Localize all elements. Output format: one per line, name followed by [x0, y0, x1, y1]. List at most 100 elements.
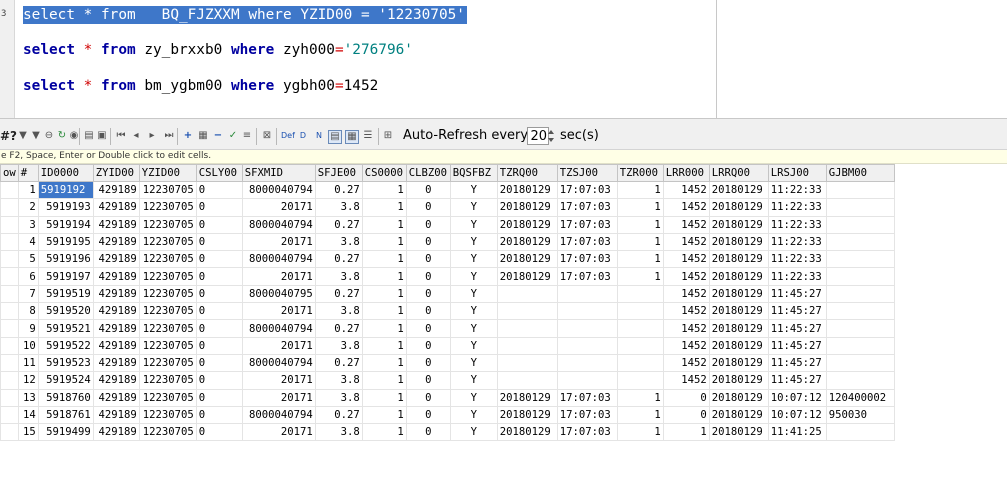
- auto-refresh-icon[interactable]: ⊞: [382, 130, 394, 142]
- table-cell[interactable]: 0.27: [314, 319, 363, 338]
- table-cell[interactable]: 0.27: [314, 180, 363, 200]
- table-cell[interactable]: 429189: [92, 180, 140, 200]
- table-cell[interactable]: 5919197: [37, 267, 94, 286]
- table-cell[interactable]: 0.27: [314, 353, 363, 373]
- table-cell[interactable]: 1: [616, 198, 664, 217]
- table-cell[interactable]: 20171: [241, 302, 316, 321]
- definition-icon[interactable]: Def: [281, 130, 295, 142]
- table-cell[interactable]: 429189: [92, 336, 140, 355]
- table-cell[interactable]: 1: [361, 232, 407, 252]
- table-cell[interactable]: 1: [616, 250, 664, 269]
- row-number[interactable]: 3: [17, 215, 39, 234]
- table-cell[interactable]: 429189: [92, 319, 140, 338]
- table-cell[interactable]: [496, 353, 558, 373]
- table-cell[interactable]: 17:07:03: [556, 198, 618, 217]
- table-cell[interactable]: 8000040795: [241, 284, 316, 304]
- table-cell[interactable]: [496, 336, 558, 355]
- first-record-icon[interactable]: ⏮: [115, 130, 127, 142]
- table-cell[interactable]: 11:45:27: [767, 336, 827, 355]
- table-cell[interactable]: [0, 180, 19, 200]
- table-cell[interactable]: Y: [449, 353, 498, 373]
- table-cell[interactable]: 0: [405, 405, 451, 425]
- row-number[interactable]: 12: [17, 371, 39, 390]
- column-header[interactable]: LRSJ00: [767, 164, 827, 182]
- nested-icon[interactable]: N: [313, 130, 325, 142]
- table-cell[interactable]: 17:07:03: [556, 180, 618, 200]
- table-cell[interactable]: 5919521: [37, 319, 94, 338]
- row-number[interactable]: 15: [17, 423, 39, 442]
- table-cell[interactable]: [496, 284, 558, 304]
- table-cell[interactable]: [616, 319, 664, 338]
- table-cell[interactable]: 0: [405, 353, 451, 373]
- table-cell[interactable]: 11:45:27: [767, 319, 827, 338]
- table-cell[interactable]: 11:22:33: [767, 232, 827, 252]
- table-cell[interactable]: [556, 353, 618, 373]
- row-number[interactable]: 2: [17, 198, 39, 217]
- editor-split-divider[interactable]: [716, 0, 717, 118]
- table-cell[interactable]: 1: [361, 353, 407, 373]
- save-icon[interactable]: ▣: [96, 130, 108, 142]
- table-cell[interactable]: 1452: [662, 250, 710, 269]
- table-cell[interactable]: 20180129: [496, 423, 558, 442]
- table-cell[interactable]: 12230705: [138, 319, 197, 338]
- table-cell[interactable]: 5918761: [37, 405, 94, 425]
- table-cell[interactable]: 20180129: [496, 215, 558, 234]
- table-row[interactable]: 5 5919196 429189 12230705 0 8000040794 0.27 1 0 Y…: [0, 250, 895, 269]
- table-cell[interactable]: 12230705: [138, 180, 197, 200]
- table-cell[interactable]: 0: [195, 250, 243, 269]
- table-cell[interactable]: Y: [449, 319, 498, 338]
- cancel-edit-icon[interactable]: ⊠: [261, 130, 273, 142]
- table-cell[interactable]: 5919524: [37, 371, 94, 390]
- table-cell[interactable]: 20171: [241, 423, 316, 442]
- describe-icon[interactable]: D: [297, 130, 309, 142]
- row-number[interactable]: 4: [17, 232, 39, 252]
- row-number[interactable]: 1: [17, 180, 39, 200]
- column-header[interactable]: ow: [0, 164, 19, 182]
- table-cell[interactable]: 0: [195, 267, 243, 286]
- table-cell[interactable]: 20171: [241, 232, 316, 252]
- table-cell[interactable]: 429189: [92, 250, 140, 269]
- table-cell[interactable]: 0: [195, 336, 243, 355]
- table-cell[interactable]: [825, 319, 895, 338]
- table-cell[interactable]: [825, 180, 895, 200]
- table-cell[interactable]: 17:07:03: [556, 388, 618, 407]
- table-cell[interactable]: [0, 371, 19, 390]
- table-cell[interactable]: 8000040794: [241, 215, 316, 234]
- table-cell[interactable]: 20180129: [496, 250, 558, 269]
- filter-icon[interactable]: ▼: [17, 130, 29, 142]
- column-header[interactable]: YZID00: [138, 164, 197, 182]
- table-cell[interactable]: 0: [405, 319, 451, 338]
- table-cell[interactable]: 8000040794: [241, 353, 316, 373]
- table-cell[interactable]: 1: [616, 423, 664, 442]
- sql-line-selected[interactable]: select * from BQ_FJZXXM where YZID00 = '…: [23, 6, 467, 24]
- table-cell[interactable]: 0: [195, 284, 243, 304]
- table-cell[interactable]: 12230705: [138, 423, 197, 442]
- table-cell[interactable]: Y: [449, 250, 498, 269]
- table-row[interactable]: 8 5919520 429189 12230705 0 20171 3.8 1 0 Y 1452 20…: [0, 302, 895, 321]
- table-cell[interactable]: 0: [195, 215, 243, 234]
- sql-editor[interactable]: 3 select * from BQ_FJZXXM where YZID00 =…: [0, 0, 1007, 118]
- table-cell[interactable]: [825, 353, 895, 373]
- table-cell[interactable]: [0, 302, 19, 321]
- table-cell[interactable]: 20180129: [708, 267, 769, 286]
- table-cell[interactable]: [616, 371, 664, 390]
- table-cell[interactable]: 1: [616, 388, 664, 407]
- table-row[interactable]: 15 5919499 429189 12230705 0 20171 3.8 1 0 Y 20180…: [0, 423, 895, 442]
- row-number[interactable]: 7: [17, 284, 39, 304]
- table-cell[interactable]: 20180129: [708, 198, 769, 217]
- table-cell[interactable]: 5919193: [37, 198, 94, 217]
- table-cell[interactable]: [0, 319, 19, 338]
- stop-icon[interactable]: ⊖: [43, 130, 55, 142]
- table-cell[interactable]: 20180129: [708, 336, 769, 355]
- refresh-icon[interactable]: ↻: [56, 130, 68, 142]
- column-header[interactable]: SFXMID: [241, 164, 316, 182]
- table-cell[interactable]: 8000040794: [241, 250, 316, 269]
- table-cell[interactable]: 20171: [241, 388, 316, 407]
- table-cell[interactable]: [616, 284, 664, 304]
- table-row[interactable]: 13 5918760 429189 12230705 0 20171 3.8 1 0 Y 20180…: [0, 388, 895, 407]
- table-cell[interactable]: 5919196: [37, 250, 94, 269]
- table-cell[interactable]: 12230705: [138, 405, 197, 425]
- table-cell[interactable]: 12230705: [138, 353, 197, 373]
- table-cell[interactable]: [0, 284, 19, 304]
- table-row[interactable]: 4 5919195 429189 12230705 0 20171 3.8 1 0 Y 201801…: [0, 232, 895, 252]
